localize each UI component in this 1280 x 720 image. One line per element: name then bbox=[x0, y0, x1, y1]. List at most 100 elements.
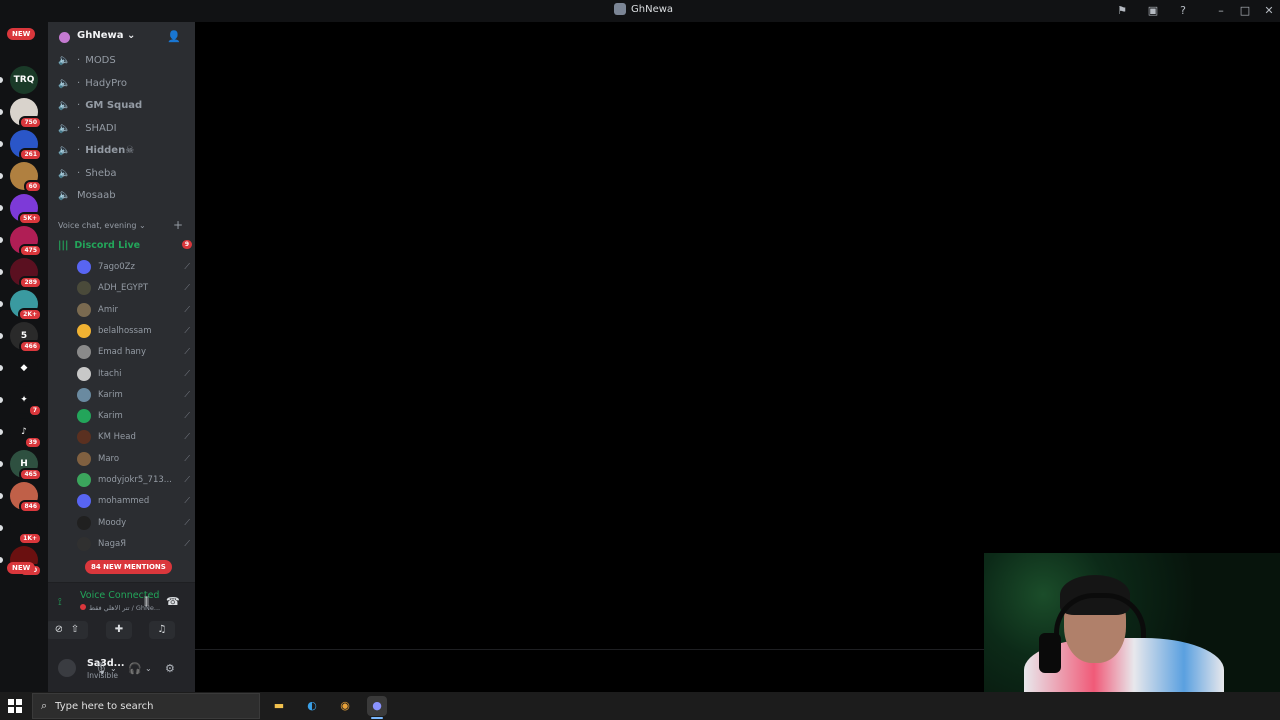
server-icon[interactable]: 750 bbox=[10, 98, 42, 129]
voice-channel[interactable]: 🔈 Mosaab bbox=[58, 185, 188, 205]
voice-member[interactable]: Emad hany ⟋ bbox=[77, 343, 190, 361]
server-badge: 39 bbox=[23, 436, 42, 449]
windows-start-icon[interactable] bbox=[8, 699, 22, 713]
add-member-icon[interactable]: 👤 bbox=[167, 30, 181, 43]
voice-member[interactable]: modyjokr5_713... ⟋ bbox=[77, 471, 190, 489]
category-label[interactable]: Voice chat, evening ⌄ bbox=[58, 221, 146, 230]
mic-button[interactable]: 🎙 bbox=[94, 662, 108, 675]
server-icon[interactable]: 261 bbox=[10, 130, 42, 161]
chrome-icon[interactable]: ◉ bbox=[335, 696, 355, 716]
avatar bbox=[77, 281, 91, 296]
voice-member[interactable]: KM Head ⟋ bbox=[77, 428, 190, 446]
unread-indicator bbox=[0, 301, 3, 307]
server-icon[interactable]: H 465 bbox=[10, 450, 42, 481]
channel-name: MODS bbox=[85, 54, 116, 66]
new-badge-top[interactable]: NEW bbox=[7, 28, 36, 40]
new-badge-bottom[interactable]: NEW bbox=[7, 562, 36, 574]
voice-member[interactable]: 7ago0Zz ⟋ bbox=[77, 258, 190, 276]
add-channel-icon[interactable]: + bbox=[173, 218, 183, 232]
voice-member[interactable]: Karim ⟋ bbox=[77, 386, 190, 404]
inbox-icon[interactable]: ⚑ bbox=[1115, 4, 1129, 18]
member-name: modyjokr5_713... bbox=[98, 475, 172, 485]
new-mentions-pill[interactable]: 84 NEW MENTIONS bbox=[85, 560, 172, 574]
server-icon[interactable]: 846 bbox=[10, 482, 42, 513]
channel-name: Mosaab bbox=[77, 189, 116, 201]
server-icon[interactable]: 475 bbox=[10, 226, 42, 257]
voice-channel[interactable]: 🔈 · GM Squad bbox=[58, 95, 188, 115]
deafened-icon: ⟋ bbox=[184, 325, 190, 335]
guild-name[interactable]: GhNewa ⌄ bbox=[77, 30, 135, 41]
voice-channel[interactable]: 🔈 · SHADI bbox=[58, 118, 188, 138]
noise-suppression-icon[interactable]: ⫼ bbox=[144, 595, 149, 609]
server-icon[interactable]: 289 bbox=[10, 258, 42, 289]
server-icon[interactable]: ✦ 7 bbox=[10, 386, 42, 417]
window-title: GhNewa bbox=[614, 3, 673, 15]
live-channel[interactable]: ||| Discord Live 9 bbox=[58, 238, 192, 252]
speaker-icon: 🔈 bbox=[58, 122, 71, 134]
avatar bbox=[77, 345, 91, 360]
voice-channel[interactable]: 🔈 · HadyPro bbox=[58, 73, 188, 93]
channel-dot: · bbox=[77, 54, 81, 66]
channel-dot: · bbox=[77, 77, 81, 89]
channel-name: GM Squad bbox=[85, 99, 143, 111]
headphones-chevron-icon[interactable]: ⌄ bbox=[145, 664, 152, 673]
taskbar: ⌕ Type here to search ▬ ◐ ◉ ● bbox=[0, 692, 1280, 720]
server-icon[interactable]: TRQ bbox=[10, 66, 38, 94]
activities-button[interactable]: ✚ bbox=[106, 621, 132, 639]
speaker-icon: 🔈 bbox=[58, 144, 71, 156]
minimize-button[interactable]: – bbox=[1214, 4, 1228, 18]
connection-signal-icon[interactable]: ⟟ bbox=[58, 597, 62, 608]
settings-icon[interactable]: ⚙ bbox=[165, 662, 175, 675]
voice-member[interactable]: Moody ⟋ bbox=[77, 514, 190, 532]
screen-icon[interactable]: ▣ bbox=[1146, 4, 1160, 18]
search-icon: ⌕ bbox=[41, 699, 48, 712]
server-icon[interactable]: 5 466 bbox=[10, 322, 42, 353]
server-badge: 475 bbox=[19, 244, 42, 257]
unread-indicator bbox=[0, 429, 3, 435]
screen-share-button[interactable]: ⇧ bbox=[62, 621, 88, 639]
voice-member[interactable]: ADH_EGYPT ⟋ bbox=[77, 279, 190, 297]
close-button[interactable]: ✕ bbox=[1262, 4, 1276, 18]
file-explorer-icon[interactable]: ▬ bbox=[269, 696, 289, 716]
server-icon[interactable]: ♪ 39 bbox=[10, 418, 42, 449]
live-channel-name: Discord Live bbox=[74, 239, 141, 251]
disconnect-icon[interactable]: ☎ bbox=[166, 595, 180, 608]
speaker-icon: 🔈 bbox=[58, 167, 71, 179]
voice-channel[interactable]: 🔈 · Sheba bbox=[58, 163, 188, 183]
server-icon[interactable]: 1K+ bbox=[10, 514, 42, 545]
voice-member[interactable]: NagaЯ ⟋ bbox=[77, 535, 190, 553]
server-icon[interactable]: 5K+ bbox=[10, 194, 42, 225]
edge-icon[interactable]: ◐ bbox=[302, 696, 322, 716]
voice-member[interactable]: Maro ⟋ bbox=[77, 450, 190, 468]
taskbar-search[interactable]: ⌕ Type here to search bbox=[32, 693, 260, 719]
voice-member[interactable]: belalhossam ⟋ bbox=[77, 322, 190, 340]
voice-member[interactable]: Itachi ⟋ bbox=[77, 365, 190, 383]
channel-dot: · bbox=[77, 99, 81, 111]
maximize-button[interactable]: □ bbox=[1238, 4, 1252, 18]
server-icon[interactable]: 60 bbox=[10, 162, 42, 193]
voice-channel[interactable]: 🔈 · Hidden☠ bbox=[58, 140, 188, 160]
soundboard-button[interactable]: ♫ bbox=[149, 621, 175, 639]
channel-name: SHADI bbox=[85, 122, 117, 134]
unread-indicator bbox=[0, 237, 3, 243]
mic-chevron-icon[interactable]: ⌄ bbox=[110, 664, 117, 673]
voice-member[interactable]: mohammed ⟋ bbox=[77, 492, 190, 510]
discord-icon[interactable]: ● bbox=[367, 696, 387, 719]
voice-member[interactable]: Amir ⟋ bbox=[77, 301, 190, 319]
member-name: Karim bbox=[98, 389, 123, 400]
avatar[interactable] bbox=[58, 659, 76, 677]
channel-name: HadyPro bbox=[85, 77, 127, 89]
microphone-icon bbox=[1039, 633, 1061, 673]
headphones-icon[interactable]: 🎧 bbox=[128, 662, 142, 675]
avatar bbox=[77, 451, 91, 466]
voice-channel[interactable]: 🔈 · MODS bbox=[58, 50, 188, 70]
member-name: Maro bbox=[98, 453, 120, 464]
member-name: Karim bbox=[98, 411, 123, 422]
voice-member[interactable]: Karim ⟋ bbox=[77, 407, 190, 425]
server-icon[interactable]: 2K+ bbox=[10, 290, 42, 321]
member-name: 7ago0Zz bbox=[98, 262, 135, 272]
help-icon[interactable]: ? bbox=[1176, 4, 1190, 18]
server-badge: 465 bbox=[19, 468, 42, 481]
unread-indicator bbox=[0, 525, 3, 531]
server-icon[interactable]: ◆ bbox=[10, 354, 38, 382]
